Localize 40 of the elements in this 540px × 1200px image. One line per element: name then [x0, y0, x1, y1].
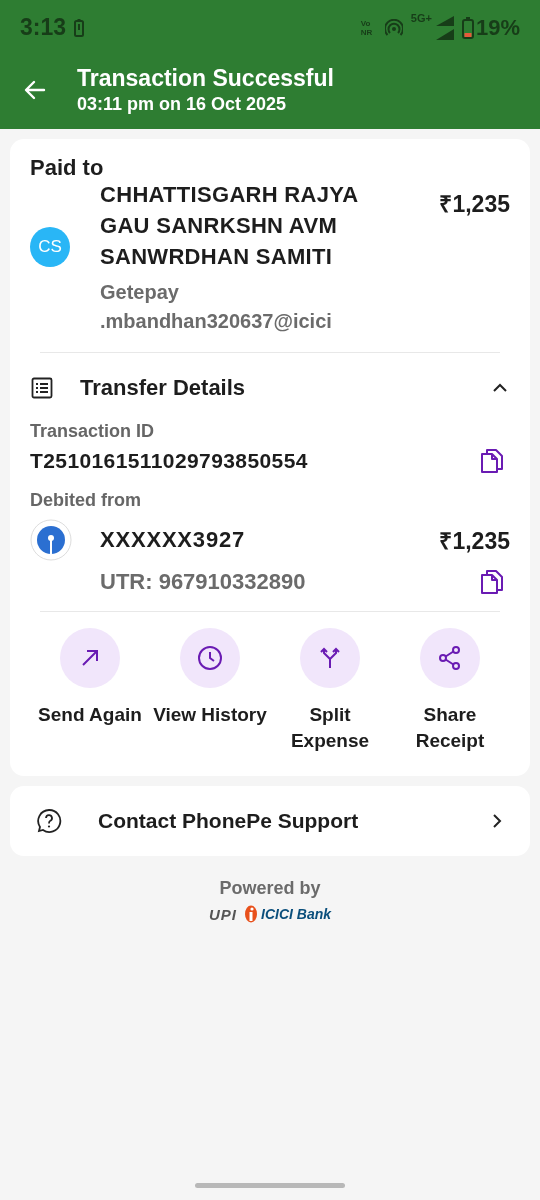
copy-icon[interactable]: [480, 448, 504, 474]
network-type: 5G+: [410, 12, 432, 24]
hotspot-icon: [384, 18, 403, 37]
field-label: Transaction ID: [30, 421, 156, 442]
account-number: XXXXXX3927: [100, 527, 246, 553]
list-icon: [30, 376, 54, 400]
powered-by-label: Powered by: [218, 878, 322, 899]
support-button[interactable]: Contact PhonePe Support: [10, 786, 530, 856]
battery-percentage: 19%: [475, 14, 520, 41]
status-time: 3:13: [20, 14, 67, 41]
action-button[interactable]: View History: [150, 628, 270, 754]
split-icon: [319, 646, 341, 670]
help-icon: [36, 808, 62, 834]
back-button[interactable]: [23, 78, 47, 102]
bank-name-logo: ICICI Bank: [261, 906, 331, 922]
amount: ₹1,235: [439, 190, 510, 219]
volte-indicator: Vo NR: [360, 18, 374, 37]
battery-icon: [461, 16, 474, 39]
clock-icon: [197, 645, 223, 671]
bank-logo-icon: [243, 905, 259, 923]
copy-icon[interactable]: [480, 569, 504, 595]
share-icon: [437, 645, 463, 671]
payee-name: CHHATTISGARH RAJYA GAU SANRKSHN AVM SANWRDHAN SAMITI: [100, 181, 359, 271]
upi-logo: UPI: [209, 905, 237, 923]
payee-upi-id: Getepay .mbandhan320637@icici: [100, 280, 333, 334]
battery-saver-icon: [74, 18, 85, 37]
bank-logo: [30, 519, 72, 561]
utr-number: UTR: 967910332890: [100, 569, 307, 595]
action-button[interactable]: Send Again: [30, 628, 150, 754]
paid-to-label: Paid to: [30, 155, 105, 181]
transfer-details-toggle[interactable]: Transfer Details: [30, 369, 510, 407]
screen-title: Transaction Successful: [77, 65, 334, 92]
chevron-right-icon: [490, 812, 504, 830]
transaction-id: T2510161511029793850554: [30, 449, 309, 473]
action-button[interactable]: Share Receipt: [390, 628, 510, 754]
amount: ₹1,235: [439, 527, 510, 556]
transaction-time: 03:11 pm on 16 Oct 2025: [77, 94, 288, 115]
field-label: Debited from: [30, 490, 142, 511]
action-button[interactable]: Split Expense: [270, 628, 390, 754]
payee-avatar: CS: [30, 227, 70, 267]
